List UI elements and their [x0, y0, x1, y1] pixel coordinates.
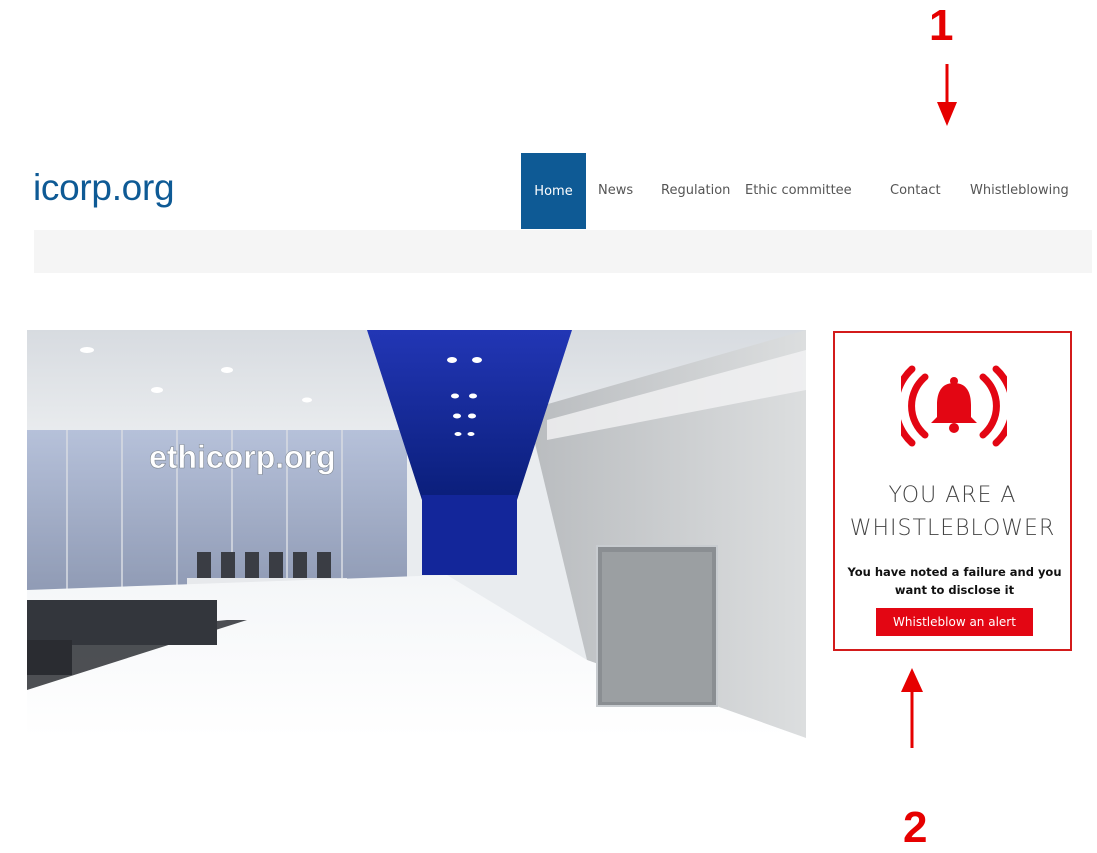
card-title-line1: YOU ARE A [888, 483, 1017, 508]
annotation-arrow-up [901, 668, 923, 748]
card-description: You have noted a failure and you want to… [847, 565, 1062, 597]
card-title-line2: WHISTLEBLOWER [849, 516, 1056, 541]
whistleblow-alert-button[interactable]: Whistleblow an alert [876, 608, 1033, 636]
whistleblower-card: YOU ARE A WHISTLEBLOWER You have noted a… [833, 331, 1072, 651]
site-logo[interactable]: icorp.org [33, 166, 175, 210]
nav-item-regulation[interactable]: Regulation [661, 153, 730, 229]
annotation-arrow-down [937, 64, 957, 126]
hero-image: ethicorp.org [27, 330, 806, 738]
subheader-band [34, 230, 1092, 273]
nav-item-whistleblowing[interactable]: Whistleblowing [970, 153, 1069, 229]
annotation-marker-2: 2 [903, 803, 928, 852]
hero-overlay-text: ethicorp.org [149, 439, 336, 475]
nav-item-contact[interactable]: Contact [890, 153, 941, 229]
annotation-marker-1: 1 [929, 1, 954, 50]
office-lobby-illustration: ethicorp.org [27, 330, 806, 738]
alarm-bell-icon [901, 365, 1007, 447]
nav-item-ethic-committee[interactable]: Ethic committee [745, 153, 852, 229]
nav-item-news[interactable]: News [598, 153, 633, 229]
nav-item-home[interactable]: Home [521, 153, 586, 229]
